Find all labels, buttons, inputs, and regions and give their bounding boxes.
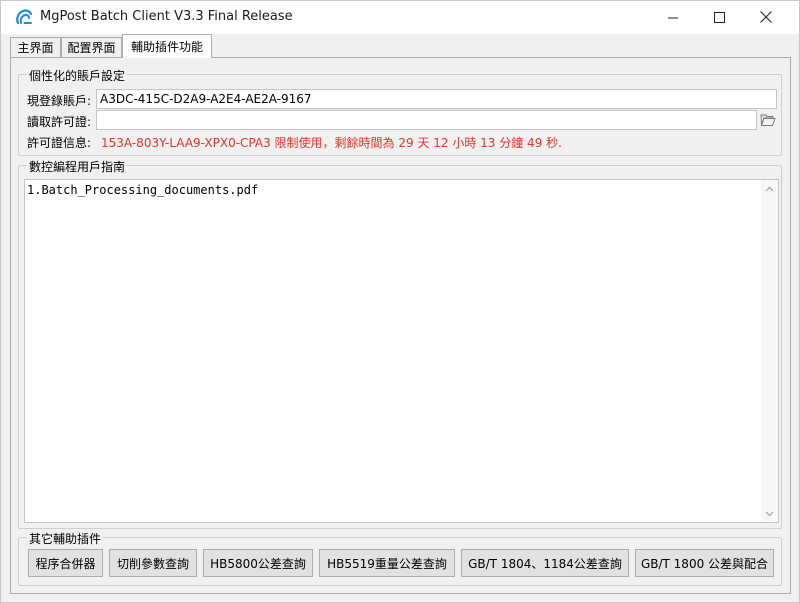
app-logo-icon [16,9,33,25]
app-window: MgPost Batch Client V3.3 Final Release 主… [0,0,800,603]
license-info-label: 許可證信息: [27,136,92,150]
minimize-button[interactable] [650,1,696,33]
close-icon [760,11,772,23]
read-license-field[interactable] [96,110,757,130]
scroll-down-icon[interactable] [761,505,778,522]
maximize-icon [713,11,725,23]
tab-main[interactable]: 主界面 [10,37,61,57]
cutting-params-query-button[interactable]: 切削參數查詢 [109,549,197,577]
window-title: MgPost Batch Client V3.3 Final Release [40,9,293,24]
scroll-up-icon[interactable] [761,180,778,197]
user-guide-document-list[interactable]: 1.Batch_Processing_documents.pdf [24,179,779,523]
gbt1800-tolerance-fit-button[interactable]: GB/T 1800 公差與配合 [635,549,774,577]
folder-open-icon [760,114,776,126]
tab-config[interactable]: 配置界面 [61,37,122,57]
tab-auxiliary-plugins[interactable]: 輔助插件功能 [122,34,212,58]
browse-license-button[interactable] [758,110,778,130]
maximize-button[interactable] [696,1,742,33]
tab-strip: 主界面 配置界面 輔助插件功能 [1,34,799,58]
user-guide-group-legend: 數控編程用戶指南 [27,158,128,175]
login-account-field[interactable]: A3DC-415C-D2A9-A2E4-AE2A-9167 [96,89,777,109]
other-plugins-group-legend: 其它輔助插件 [27,530,104,547]
login-account-label: 現登錄賬戶: [27,94,92,108]
program-merger-button[interactable]: 程序合併器 [28,549,103,577]
title-bar: MgPost Batch Client V3.3 Final Release [1,1,799,34]
hb5800-tolerance-button[interactable]: HB5800公差查詢 [203,549,313,577]
close-button[interactable] [743,1,789,33]
account-group-legend: 個性化的賬戶設定 [27,67,128,84]
minimize-icon [667,17,678,18]
read-license-label: 讀取許可證: [27,115,92,129]
license-info-value: 153A-803Y-LAA9-XPX0-CPA3 限制使用，剩餘時間為 29 天… [101,136,562,150]
hb5519-weight-tolerance-button[interactable]: HB5519重量公差查詢 [319,549,455,577]
gbt1804-1184-tolerance-button[interactable]: GB/T 1804、1184公差查詢 [461,549,629,577]
vertical-scrollbar[interactable] [761,180,778,522]
document-item[interactable]: 1.Batch_Processing_documents.pdf [27,183,258,197]
